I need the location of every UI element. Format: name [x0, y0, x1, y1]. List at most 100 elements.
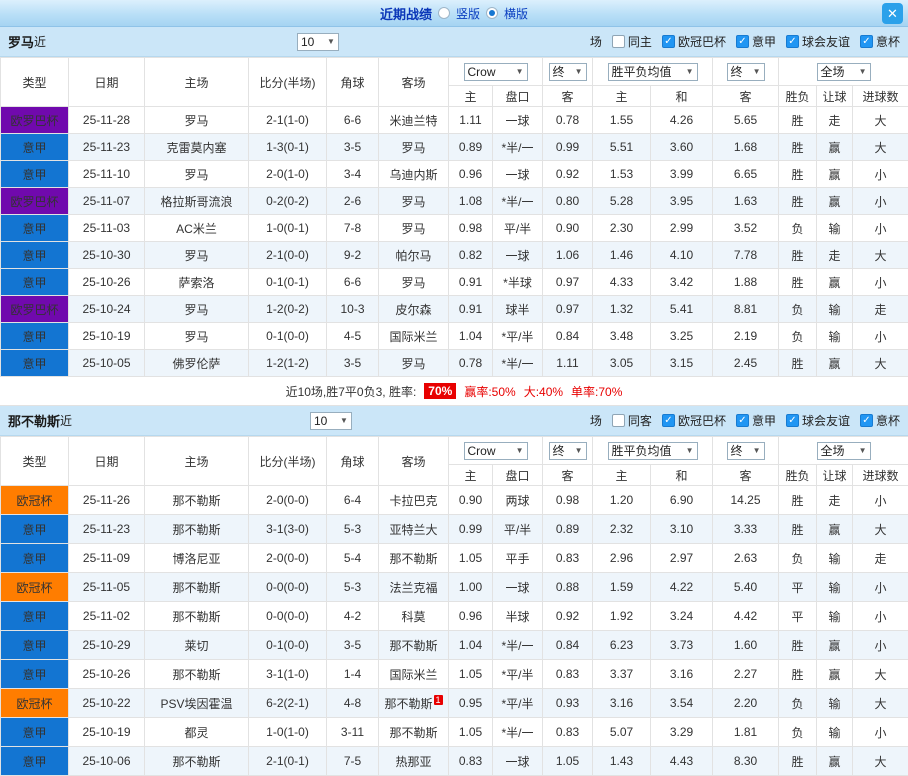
match-score: 0-0(0-0) — [249, 602, 327, 631]
handicap-flag: 赢 — [817, 134, 853, 161]
final-odds-select[interactable]: 终▼ — [549, 442, 587, 460]
checkbox-checked-icon: ✓ — [786, 414, 799, 427]
result-flag: 负 — [779, 296, 817, 323]
col-away: 客场 — [379, 58, 449, 107]
match-row: 意甲25-11-09博洛尼亚2-0(0-0)5-4那不勒斯1.05平手0.832… — [1, 544, 908, 573]
league-badge: 意甲 — [1, 631, 69, 660]
corner-count: 4-8 — [327, 689, 379, 718]
odds-away: 0.99 — [543, 134, 593, 161]
avg-away: 2.63 — [713, 544, 779, 573]
odds-home: 1.11 — [449, 107, 493, 134]
avg-away: 1.88 — [713, 269, 779, 296]
layout-radio-vertical-label[interactable]: 竖版 — [456, 5, 480, 22]
handicap-line: 一球 — [493, 107, 543, 134]
match-date: 25-10-05 — [69, 350, 145, 377]
chevron-down-icon: ▼ — [686, 67, 694, 76]
home-team: 格拉斯哥流浪 — [145, 188, 249, 215]
avg-draw: 3.54 — [651, 689, 713, 718]
close-button[interactable]: ✕ — [882, 3, 903, 24]
avg-away: 1.63 — [713, 188, 779, 215]
goals-flag: 大 — [853, 134, 908, 161]
away-team: 罗马 — [379, 269, 449, 296]
layout-radio-horizontal-label[interactable]: 横版 — [504, 5, 528, 22]
chevron-down-icon: ▼ — [859, 446, 867, 455]
league-filter-friendly[interactable]: ✓球会友谊 — [786, 33, 850, 50]
result-flag: 平 — [779, 573, 817, 602]
corner-count: 6-4 — [327, 486, 379, 515]
chevron-down-icon: ▼ — [327, 37, 335, 46]
away-team: 那不勒斯 — [379, 544, 449, 573]
league-filter-friendly[interactable]: ✓球会友谊 — [786, 412, 850, 429]
avg-draw: 3.95 — [651, 188, 713, 215]
league-filter-seriea[interactable]: ✓意甲 — [736, 412, 776, 429]
corner-count: 2-6 — [327, 188, 379, 215]
handicap-line: 半球 — [493, 602, 543, 631]
match-score: 1-0(1-0) — [249, 718, 327, 747]
match-date: 25-10-29 — [69, 631, 145, 660]
col-date: 日期 — [69, 437, 145, 486]
result-flag: 负 — [779, 544, 817, 573]
final-avg-select[interactable]: 终▼ — [727, 63, 765, 81]
goals-flag: 小 — [853, 631, 908, 660]
layout-radio-vertical[interactable] — [438, 7, 450, 19]
odds-away: 1.05 — [543, 747, 593, 776]
league-filter-uefa[interactable]: ✓欧冠巴杯 — [662, 33, 726, 50]
handicap-flag: 输 — [817, 689, 853, 718]
home-team: PSV埃因霍温 — [145, 689, 249, 718]
match-date: 25-10-19 — [69, 718, 145, 747]
checkbox-checked-icon: ✓ — [736, 35, 749, 48]
near-label: 近 — [34, 33, 46, 50]
result-flag: 胜 — [779, 747, 817, 776]
col-corner: 角球 — [327, 437, 379, 486]
scope-select[interactable]: 全场▼ — [817, 442, 871, 460]
avg-draw: 3.10 — [651, 515, 713, 544]
home-team: AC米兰 — [145, 215, 249, 242]
match-count-select[interactable]: 10▼ — [310, 412, 352, 430]
chevron-down-icon: ▼ — [753, 67, 761, 76]
avg-odds-select[interactable]: 胜平负均值▼ — [608, 63, 698, 81]
avg-odds-select[interactable]: 胜平负均值▼ — [608, 442, 698, 460]
col-result: 胜负 — [779, 86, 817, 107]
result-flag: 平 — [779, 602, 817, 631]
league-filter-uefa[interactable]: ✓欧冠巴杯 — [662, 412, 726, 429]
filter-bar: 近 10▼ 场 同主 ✓欧冠巴杯 ✓意甲 ✓球会友谊 ✓意杯 — [34, 33, 900, 51]
away-team: 米迪兰特 — [379, 107, 449, 134]
summary-bar-roma: 近10场,胜7平0负3, 胜率: 70% 赢率:50% 大:40% 单率:70% — [0, 377, 908, 406]
match-row: 欧罗巴杯25-11-07格拉斯哥流浪0-2(0-2)2-6罗马1.08*半/一0… — [1, 188, 908, 215]
final-avg-select[interactable]: 终▼ — [727, 442, 765, 460]
result-flag: 负 — [779, 718, 817, 747]
scope-select[interactable]: 全场▼ — [817, 63, 871, 81]
league-filter-cup[interactable]: ✓意杯 — [860, 33, 900, 50]
bookmaker-select[interactable]: Crow▼ — [464, 63, 528, 81]
handicap-flag: 赢 — [817, 515, 853, 544]
league-badge: 意甲 — [1, 747, 69, 776]
away-team: 皮尔森 — [379, 296, 449, 323]
goals-flag: 大 — [853, 660, 908, 689]
league-badge: 意甲 — [1, 134, 69, 161]
league-filter-seriea[interactable]: ✓意甲 — [736, 33, 776, 50]
layout-radio-horizontal[interactable] — [486, 7, 498, 19]
same-venue-filter[interactable]: 同主 — [612, 33, 652, 50]
col-odds-away: 客 — [543, 465, 593, 486]
same-venue-filter[interactable]: 同客 — [612, 412, 652, 429]
odds-home: 1.05 — [449, 544, 493, 573]
league-filter-cup[interactable]: ✓意杯 — [860, 412, 900, 429]
handicap-flag: 输 — [817, 296, 853, 323]
avg-away: 14.25 — [713, 486, 779, 515]
final-odds-select[interactable]: 终▼ — [549, 63, 587, 81]
match-count-select[interactable]: 10▼ — [297, 33, 339, 51]
home-team: 那不勒斯 — [145, 515, 249, 544]
avg-draw: 3.25 — [651, 323, 713, 350]
match-row: 欧罗巴杯25-11-28罗马2-1(1-0)6-6米迪兰特1.11一球0.781… — [1, 107, 908, 134]
league-badge: 意甲 — [1, 660, 69, 689]
handicap-flag: 输 — [817, 718, 853, 747]
col-handicap: 让球 — [817, 86, 853, 107]
league-badge: 意甲 — [1, 515, 69, 544]
result-flag: 胜 — [779, 242, 817, 269]
match-row: 意甲25-10-26那不勒斯3-1(1-0)1-4国际米兰1.05*平/半0.8… — [1, 660, 908, 689]
home-team: 罗马 — [145, 161, 249, 188]
bookmaker-select[interactable]: Crow▼ — [464, 442, 528, 460]
team-header-napoli: 那不勒斯 近 10▼ 场 同客 ✓欧冠巴杯 ✓意甲 ✓球会友谊 ✓意杯 — [0, 406, 908, 436]
away-team: 那不勒斯1 — [379, 689, 449, 718]
avg-home: 3.16 — [593, 689, 651, 718]
